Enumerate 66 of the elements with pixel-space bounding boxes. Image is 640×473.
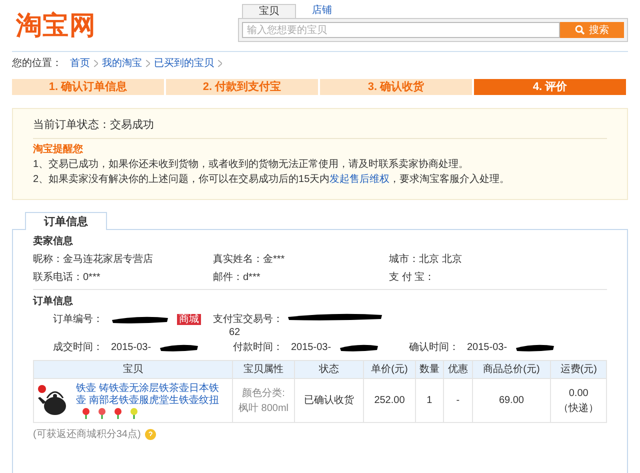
breadcrumb-link[interactable]: 首页: [66, 56, 94, 70]
logo[interactable]: 淘宝网: [16, 12, 96, 38]
field-value: 2015-03-: [467, 341, 508, 355]
breadcrumb-link[interactable]: 我的淘宝: [98, 56, 146, 70]
chevron-icon: [218, 60, 222, 66]
column-header: 数量: [415, 360, 444, 378]
table-cell: -: [444, 378, 472, 422]
flower-icon: [96, 406, 108, 418]
table-cell: 69.00: [472, 378, 551, 422]
seller-field: 昵称：金马连花家居专营店: [33, 252, 213, 267]
section-title: 订单信息: [33, 294, 74, 309]
column-header: 运费(元): [550, 360, 606, 378]
notice-text: 1、交易已成功，如果你还未收到货物，或者收到的货物无法正常使用，请及时联系卖家协商处理。: [33, 158, 470, 172]
flower-icon: [80, 406, 92, 418]
seller-field: 支 付 宝：: [389, 270, 607, 285]
column-header: 状态: [294, 360, 364, 378]
field-value: 2015-03-: [111, 341, 152, 355]
help-icon[interactable]: [144, 429, 156, 440]
column-header: 单价(元): [364, 360, 416, 378]
search-icon: [575, 25, 585, 35]
order-status: 当前订单状态：交易成功: [33, 117, 607, 138]
progress-step: 4. 评价: [474, 79, 628, 95]
field-label: 支付宝交易号：: [213, 312, 283, 327]
redaction-mark: [159, 343, 200, 352]
order-tab[interactable]: 订单信息: [25, 212, 107, 230]
column-header: 宝贝: [34, 360, 232, 378]
field-label: 确认时间：: [409, 340, 459, 355]
points-note: (可获返还商城积分34点): [33, 428, 141, 442]
chevron-icon: [94, 60, 98, 66]
flower-icon: [128, 406, 140, 418]
table-cell: 颜色分类: 枫叶 800ml: [232, 378, 294, 422]
chevron-icon: [146, 60, 150, 66]
notice-link[interactable]: 发起售后维权: [330, 174, 390, 184]
search-tab[interactable]: 宝贝: [242, 4, 296, 18]
progress-step: 1. 确认订单信息: [12, 79, 166, 95]
search-tab[interactable]: 店铺: [296, 4, 348, 18]
progress-step: 2. 付款到支付宝: [166, 79, 320, 95]
search-field[interactable]: 输入您想要的宝贝: [242, 22, 560, 38]
progress-step: 3. 确认收货: [320, 79, 474, 95]
shipping-cost: 0.00: [568, 386, 590, 400]
breadcrumb-link[interactable]: 已买到的宝贝: [150, 56, 218, 70]
table-cell: 已确认收货: [294, 378, 364, 422]
column-header: 优惠: [444, 360, 472, 378]
field-label: 订单编号：: [53, 312, 103, 327]
field-value: 62: [229, 327, 240, 338]
table-cell: 1: [415, 378, 444, 422]
table-cell: 252.00: [364, 378, 416, 422]
seller-field: 真实姓名：金***: [213, 252, 389, 267]
column-header: 宝贝属性: [232, 360, 294, 378]
field-label: 成交时间：: [53, 340, 103, 355]
mall-badge: 商城: [177, 314, 201, 325]
notice-title: 淘宝提醒您: [33, 142, 84, 156]
redaction-mark: [339, 343, 380, 352]
flower-icon: [112, 406, 124, 418]
section-title: 卖家信息: [33, 234, 74, 249]
redaction-mark: [111, 315, 169, 324]
seller-field: 邮件：d***: [213, 270, 389, 285]
redaction-mark: [515, 343, 556, 352]
breadcrumb-label: 您的位置：: [12, 56, 62, 70]
shipping-method: （快递）: [558, 402, 600, 416]
column-header: 商品总价(元): [472, 360, 551, 378]
seller-field: 联系电话：0***: [33, 270, 213, 285]
notice-text: 2、如果卖家没有解决你的上述问题，你可以在交易成功后的15天内发起售后维权，要求淘宝客服介入处理。: [33, 172, 511, 186]
seller-field: 城市：北京 北京: [389, 252, 607, 267]
field-label: 付款时间：: [233, 340, 283, 355]
field-value: 2015-03-: [291, 341, 332, 355]
